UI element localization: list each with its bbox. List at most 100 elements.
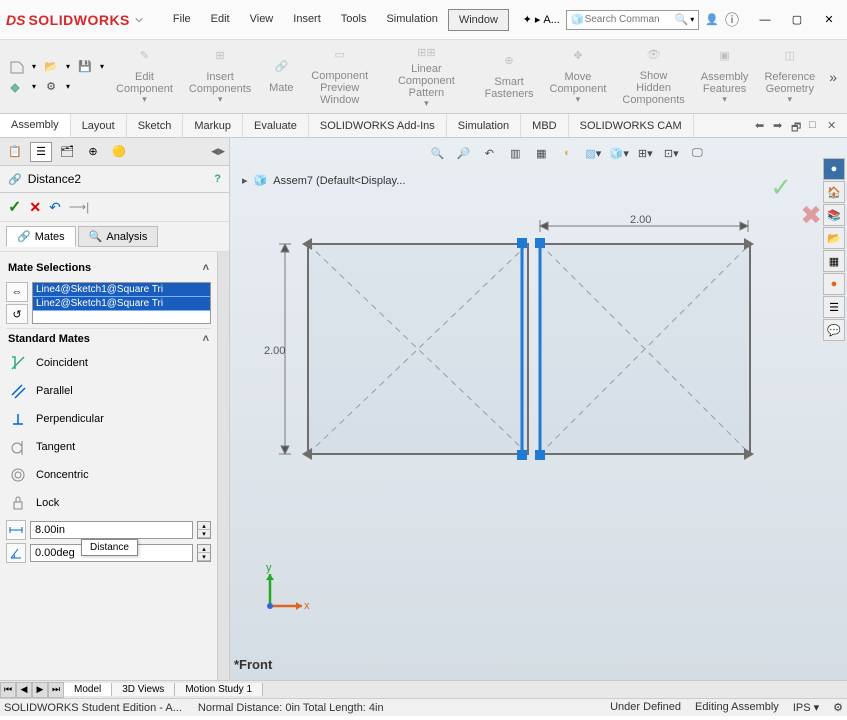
appearance-icon[interactable]: ⊡▾ bbox=[660, 143, 682, 163]
star-dropdown[interactable]: ✦▸ A... bbox=[523, 13, 560, 26]
rb-smart-fasteners[interactable]: ⊕Smart Fasteners bbox=[477, 44, 542, 110]
minimize-button[interactable]: — bbox=[753, 11, 777, 29]
tp-resources-icon[interactable]: ● bbox=[823, 158, 845, 180]
tab-nav-prev[interactable]: ◀ bbox=[16, 682, 32, 698]
tp-view-palette-icon[interactable]: ▦ bbox=[823, 250, 845, 272]
search-input[interactable] bbox=[585, 14, 675, 25]
new-doc-icon[interactable] bbox=[8, 59, 26, 75]
flyout-tree[interactable]: ▸ 🧊 Assem7 (Default<Display... bbox=[242, 174, 405, 187]
ribbon-expand-icon[interactable]: » bbox=[823, 69, 843, 85]
menu-file[interactable]: File bbox=[163, 9, 201, 31]
tp-custom-props-icon[interactable]: ☰ bbox=[823, 296, 845, 318]
selection-item-2[interactable]: Line2@Sketch1@Square Tri bbox=[33, 297, 210, 311]
confirm-cross-icon[interactable]: ✖ bbox=[800, 200, 822, 231]
prev-viewport-icon[interactable]: ⬅ bbox=[755, 119, 769, 133]
rb-assembly-features[interactable]: ▣Assembly Features▾ bbox=[693, 44, 757, 110]
menu-view[interactable]: View bbox=[240, 9, 284, 31]
display-style-icon[interactable]: ▦ bbox=[530, 143, 552, 163]
rb-linear-pattern[interactable]: ⊞⊞Linear Component Pattern▾ bbox=[376, 44, 476, 110]
btab-motion[interactable]: Motion Study 1 bbox=[175, 683, 263, 696]
property-manager-tab[interactable]: ☰ bbox=[30, 142, 52, 162]
tp-design-lib-icon[interactable]: 📚 bbox=[823, 204, 845, 226]
menu-window[interactable]: Window bbox=[448, 9, 509, 31]
cancel-button[interactable]: ✕ bbox=[29, 199, 41, 216]
rb-mate[interactable]: 🔗Mate bbox=[259, 44, 303, 110]
logo-dropdown-icon[interactable] bbox=[135, 16, 143, 24]
section-view-icon[interactable]: ▥ bbox=[504, 143, 526, 163]
panel-scrollbar[interactable] bbox=[217, 252, 229, 680]
save-icon[interactable]: 💾 bbox=[76, 59, 94, 75]
ok-button[interactable]: ✓ bbox=[8, 197, 21, 217]
menu-insert[interactable]: Insert bbox=[283, 9, 331, 31]
selection-filter-icon[interactable]: ⇔ bbox=[6, 282, 28, 302]
login-icon[interactable]: 👤 bbox=[705, 13, 719, 26]
rb-reference-geometry[interactable]: ◫Reference Geometry▾ bbox=[756, 44, 823, 110]
tp-forum-icon[interactable]: 💬 bbox=[823, 319, 845, 341]
open-icon[interactable]: 📂 bbox=[42, 59, 60, 75]
mate-coincident[interactable]: Coincident bbox=[6, 349, 211, 377]
zoom-area-icon[interactable]: 🔎 bbox=[452, 143, 474, 163]
options-icon[interactable]: ⚙ bbox=[42, 79, 60, 95]
display-box-icon[interactable]: 🧊▾ bbox=[608, 143, 630, 163]
hide-show-icon[interactable]: ◐ bbox=[556, 143, 578, 163]
zoom-fit-icon[interactable]: 🔍 bbox=[426, 143, 448, 163]
scene-icon[interactable]: ⊞▾ bbox=[634, 143, 656, 163]
feature-manager-tab[interactable]: 📋 bbox=[4, 142, 26, 162]
tab-markup[interactable]: Markup bbox=[183, 114, 243, 137]
distance-spinner[interactable]: ▴▾ bbox=[197, 521, 211, 539]
help-icon[interactable]: ⓘ bbox=[725, 10, 739, 30]
menu-edit[interactable]: Edit bbox=[201, 9, 240, 31]
tab-evaluate[interactable]: Evaluate bbox=[243, 114, 309, 137]
tp-home-icon[interactable]: 🏠 bbox=[823, 181, 845, 203]
rb-edit-component[interactable]: ✎Edit Component▾ bbox=[108, 44, 181, 110]
close-viewport-icon[interactable]: ✕ bbox=[827, 119, 841, 133]
link-views-icon[interactable]: 🗗 bbox=[791, 119, 805, 133]
display-manager-tab[interactable]: 🟡 bbox=[108, 142, 130, 162]
view-orient-icon[interactable]: ▨▾ bbox=[582, 143, 604, 163]
selection-list[interactable]: Line4@Sketch1@Square Tri Line2@Sketch1@S… bbox=[32, 282, 211, 324]
search-commands[interactable]: 🧊 🔍 ▾ bbox=[566, 10, 699, 30]
btab-model[interactable]: Model bbox=[64, 683, 112, 696]
distance-input[interactable] bbox=[30, 521, 193, 539]
max-viewport-icon[interactable]: □ bbox=[809, 119, 823, 133]
orientation-triad[interactable]: x y bbox=[252, 564, 312, 624]
mate-concentric[interactable]: Concentric bbox=[6, 461, 211, 489]
rb-insert-components[interactable]: ⊞Insert Components▾ bbox=[181, 44, 259, 110]
selection-item-1[interactable]: Line4@Sketch1@Square Tri bbox=[33, 283, 210, 297]
graphics-area[interactable]: 🔍 🔎 ↶ ▥ ▦ ◐ ▨▾ 🧊▾ ⊞▾ ⊡▾ 🖵 ▸ 🧊 Assem7 (De… bbox=[230, 138, 847, 680]
tp-file-explorer-icon[interactable]: 📂 bbox=[823, 227, 845, 249]
config-manager-tab[interactable]: 🗂 bbox=[56, 142, 78, 162]
rb-component-preview[interactable]: ▭Component Preview Window bbox=[303, 44, 376, 110]
pin-button[interactable]: ⟶| bbox=[69, 200, 89, 214]
close-button[interactable]: ✕ bbox=[817, 11, 841, 29]
rb-move-component[interactable]: ✥Move Component▾ bbox=[542, 44, 615, 110]
tab-mbd[interactable]: MBD bbox=[521, 114, 568, 137]
rebuild-icon[interactable] bbox=[8, 79, 26, 95]
tab-swcam[interactable]: SOLIDWORKS CAM bbox=[569, 114, 694, 137]
tab-addins[interactable]: SOLIDWORKS Add-Ins bbox=[309, 114, 447, 137]
btab-3dviews[interactable]: 3D Views bbox=[112, 683, 175, 696]
mate-parallel[interactable]: Parallel bbox=[6, 377, 211, 405]
rb-show-hidden[interactable]: 👁Show Hidden Components bbox=[614, 44, 692, 110]
menu-tools[interactable]: Tools bbox=[331, 9, 377, 31]
tab-sketch[interactable]: Sketch bbox=[127, 114, 184, 137]
prev-view-icon[interactable]: ↶ bbox=[478, 143, 500, 163]
confirm-check-icon[interactable]: ✓ bbox=[770, 172, 792, 203]
undo-button[interactable]: ↶ bbox=[49, 199, 61, 216]
angle-icon[interactable] bbox=[6, 543, 26, 563]
tab-layout[interactable]: Layout bbox=[71, 114, 127, 137]
status-gear-icon[interactable]: ⚙ bbox=[833, 701, 843, 714]
selection-flip-icon[interactable]: ↺ bbox=[6, 304, 28, 324]
menu-simulation[interactable]: Simulation bbox=[376, 9, 447, 31]
tp-appearances-icon[interactable]: ● bbox=[823, 273, 845, 295]
maximize-button[interactable]: ▢ bbox=[785, 11, 809, 29]
next-viewport-icon[interactable]: ➡ bbox=[773, 119, 787, 133]
mate-perpendicular[interactable]: Perpendicular bbox=[6, 405, 211, 433]
subtab-mates[interactable]: 🔗Mates bbox=[6, 226, 76, 247]
tab-nav-last[interactable]: ⏭ bbox=[48, 682, 64, 698]
subtab-analysis[interactable]: 🔍Analysis bbox=[78, 226, 159, 247]
distance-icon[interactable] bbox=[6, 520, 26, 540]
tab-nav-next[interactable]: ▶ bbox=[32, 682, 48, 698]
section-mate-selections[interactable]: Mate Selections˄ bbox=[6, 258, 211, 278]
help-button[interactable]: ? bbox=[214, 173, 221, 185]
